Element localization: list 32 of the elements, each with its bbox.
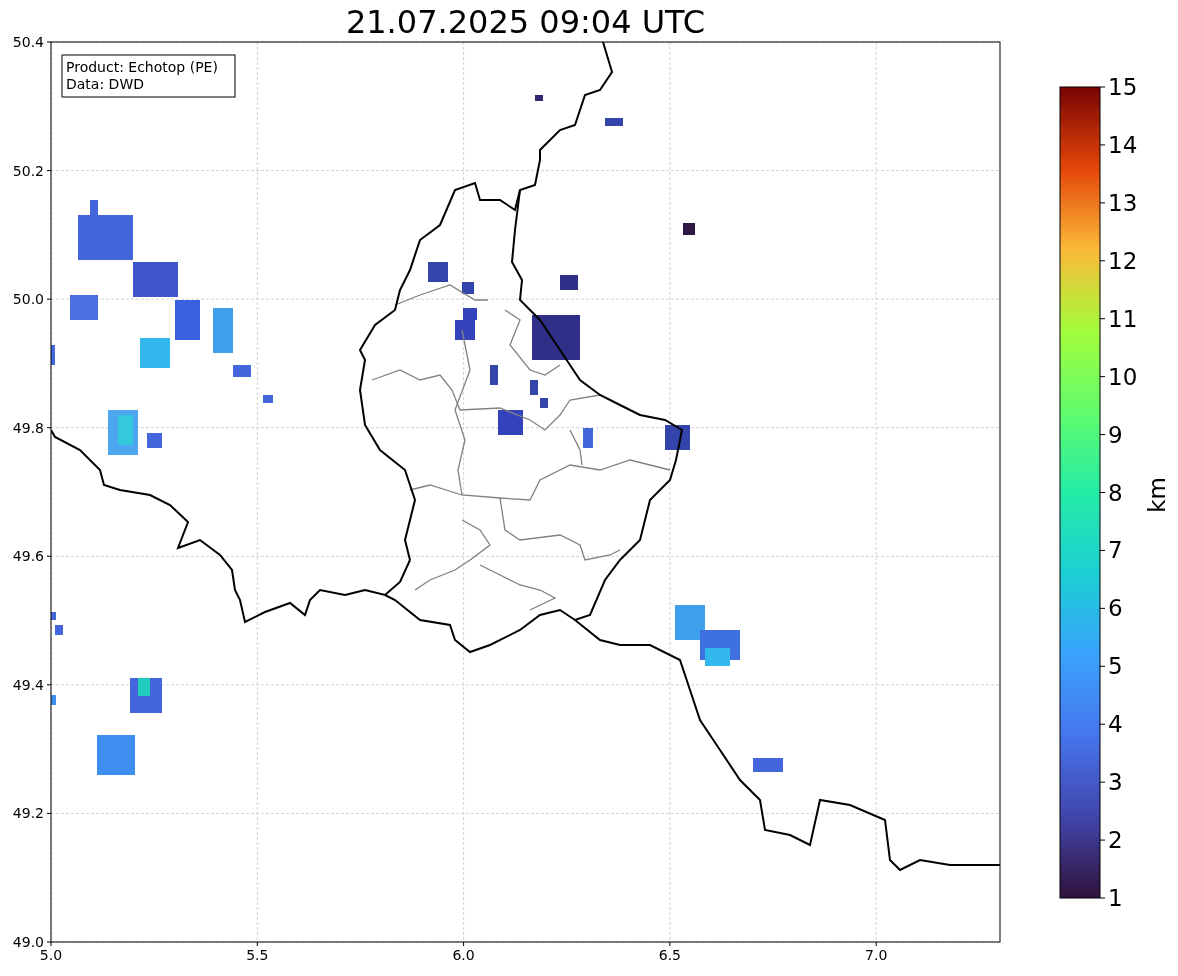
y-tick-label: 49.8 xyxy=(12,419,44,436)
info-text: Data: DWD xyxy=(66,76,144,92)
colorbar-tick-label: 8 xyxy=(1108,479,1123,506)
colorbar-tick-label: 12 xyxy=(1108,247,1138,274)
colorbar-tick-label: 11 xyxy=(1108,305,1138,332)
x-tick-label: 6.0 xyxy=(452,947,475,963)
colorbar-tick-label: 6 xyxy=(1108,595,1123,622)
colorbar-tick-label: 15 xyxy=(1108,74,1138,100)
x-tick-label: 5.5 xyxy=(246,947,269,963)
x-tick-label: 5.0 xyxy=(39,947,63,963)
colorbar-tick-label: 7 xyxy=(1108,537,1123,564)
y-tick-label: 49.6 xyxy=(12,548,44,565)
colorbar-tick-label: 10 xyxy=(1108,363,1138,390)
colorbar-tick-label: 13 xyxy=(1108,189,1138,216)
colorbar-tick-label: 4 xyxy=(1108,711,1123,738)
info-text: Product: Echotop (PE) xyxy=(66,59,218,75)
colorbar-tick-label: 3 xyxy=(1108,769,1123,796)
colorbar-tick-label: 14 xyxy=(1108,131,1138,158)
colorbar-tick-label: 1 xyxy=(1108,885,1123,911)
colorbar-label: km xyxy=(1144,477,1170,513)
colorbar-tick-label: 9 xyxy=(1108,421,1123,448)
y-tick-label: 49.2 xyxy=(12,805,44,822)
colorbar-tick-label: 5 xyxy=(1108,653,1123,680)
y-tick-label: 50.0 xyxy=(12,291,44,308)
x-tick-label: 6.5 xyxy=(658,947,682,963)
x-tick-label: 7.0 xyxy=(865,947,888,963)
y-tick-label: 49.4 xyxy=(12,676,44,693)
chart-title: 21.07.2025 09:04 UTC xyxy=(345,3,706,41)
y-tick-label: 50.4 xyxy=(12,34,44,50)
y-tick-label: 49.0 xyxy=(12,934,44,950)
y-tick-label: 50.2 xyxy=(12,162,44,179)
colorbar-tick-label: 2 xyxy=(1108,827,1123,854)
